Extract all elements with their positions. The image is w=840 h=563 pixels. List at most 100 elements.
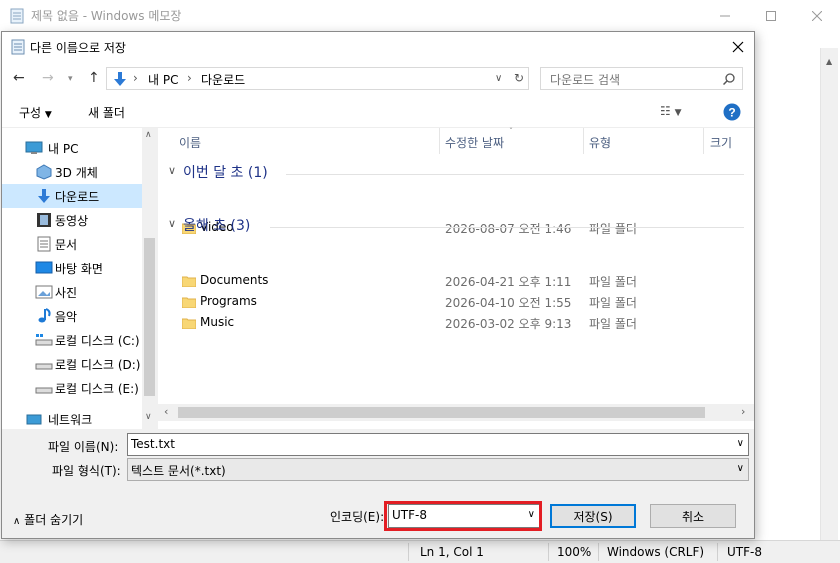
scroll-up-arrow-icon[interactable]: ▲ bbox=[826, 57, 832, 66]
minimize-button[interactable] bbox=[702, 0, 748, 31]
chevron-down-icon[interactable]: ∨ bbox=[737, 438, 744, 449]
nav-pane-scrollbar[interactable]: ∧ ∨ bbox=[142, 128, 157, 429]
drive-icon bbox=[35, 363, 53, 370]
breadcrumb-item-pc[interactable]: 내 PC bbox=[148, 71, 178, 88]
nav-item-videos[interactable]: 동영상 bbox=[2, 208, 142, 232]
cancel-button[interactable]: 취소 bbox=[650, 504, 736, 528]
horizontal-scroll-thumb[interactable] bbox=[178, 407, 705, 418]
nav-item-drive-c[interactable]: 로컬 디스크 (C:) bbox=[2, 328, 142, 352]
file-type: 파일 폴더 bbox=[589, 275, 637, 289]
scroll-left-arrow-icon[interactable]: ‹ bbox=[164, 405, 168, 418]
pictures-icon bbox=[35, 285, 53, 299]
network-icon bbox=[26, 414, 42, 425]
new-folder-button[interactable]: 새 폴더 bbox=[88, 104, 125, 121]
scroll-down-arrow-icon[interactable]: ∨ bbox=[145, 412, 152, 422]
group-header-this-month[interactable]: 이번 달 초 (1) bbox=[183, 162, 268, 182]
file-list-horizontal-scrollbar[interactable]: ‹ › bbox=[158, 404, 754, 421]
recent-locations-chevron-icon[interactable]: ▾ bbox=[68, 74, 73, 84]
nav-item-label: 로컬 디스크 (D:) bbox=[55, 358, 141, 372]
nav-item-3d-objects[interactable]: 3D 개체 bbox=[2, 160, 142, 184]
maximize-button[interactable] bbox=[748, 0, 794, 31]
status-position: Ln 1, Col 1 bbox=[420, 545, 484, 559]
file-type: 파일 폴더 bbox=[589, 317, 637, 331]
download-icon bbox=[114, 72, 126, 86]
nav-item-pictures[interactable]: 사진 bbox=[2, 280, 142, 304]
nav-item-network[interactable]: 네트워크 bbox=[2, 407, 142, 429]
breadcrumb-separator-icon: › bbox=[187, 71, 192, 85]
nav-item-label: 네트워크 bbox=[48, 413, 93, 427]
file-list: 이름 수정한 날짜 ˇ 유형 크기 ∨ 이번 달 초 (1) Video 202… bbox=[158, 127, 754, 429]
save-button[interactable]: 저장(S) bbox=[550, 504, 636, 528]
nav-item-music[interactable]: 음악 bbox=[2, 304, 142, 328]
nav-item-label: 사진 bbox=[55, 286, 78, 300]
group-collapse-chevron-icon[interactable]: ∨ bbox=[168, 164, 176, 177]
forward-arrow-icon[interactable]: → bbox=[42, 70, 54, 86]
dialog-titlebar: 다른 이름으로 저장 bbox=[2, 32, 754, 62]
filetype-select[interactable]: 텍스트 문서(*.txt) ∨ bbox=[127, 458, 749, 481]
address-bar[interactable]: › 내 PC › 다운로드 ∨ ↻ bbox=[106, 67, 529, 90]
column-header-size[interactable]: 크기 bbox=[710, 134, 732, 151]
hide-folders-toggle[interactable]: ∧ 폴더 숨기기 bbox=[13, 511, 83, 528]
chevron-down-icon[interactable]: ∨ bbox=[737, 463, 744, 474]
hide-folders-label: 폴더 숨기기 bbox=[24, 513, 84, 527]
refresh-icon[interactable]: ↻ bbox=[514, 71, 524, 85]
nav-item-label: 동영상 bbox=[55, 214, 89, 228]
column-header-modified[interactable]: 수정한 날짜 bbox=[445, 134, 504, 151]
nav-item-label: 바탕 화면 bbox=[55, 262, 103, 276]
status-encoding: UTF-8 bbox=[727, 545, 762, 559]
filetype-label: 파일 형식(T): bbox=[52, 464, 121, 478]
file-row-programs[interactable]: Programs 2026-04-10 오전 1:55 파일 폴더 bbox=[158, 292, 754, 313]
notepad-icon bbox=[10, 8, 24, 24]
nav-item-this-pc[interactable]: 내 PC bbox=[2, 136, 142, 160]
filename-value: Test.txt bbox=[131, 437, 175, 451]
nav-item-label: 문서 bbox=[55, 238, 78, 252]
nav-item-downloads[interactable]: 다운로드 bbox=[2, 184, 142, 208]
navigation-pane: 내 PC 3D 개체 다운로드 동영상 문서 바탕 화면 사진 음악 로컬 디스… bbox=[2, 128, 157, 429]
close-window-button[interactable] bbox=[794, 0, 840, 31]
folder-icon bbox=[182, 318, 196, 329]
nav-pane-scroll-thumb[interactable] bbox=[144, 238, 155, 396]
3d-objects-icon bbox=[36, 164, 52, 180]
column-header-name[interactable]: 이름 bbox=[179, 134, 201, 151]
column-header-type[interactable]: 유형 bbox=[589, 134, 611, 151]
group-header-this-year[interactable]: 올해 초 (3) bbox=[183, 215, 250, 235]
back-arrow-icon[interactable]: ← bbox=[13, 70, 25, 86]
nav-item-label: 3D 개체 bbox=[55, 166, 98, 180]
video-icon bbox=[37, 213, 51, 227]
drive-icon bbox=[35, 334, 53, 346]
file-date: 2026-04-10 오전 1:55 bbox=[445, 296, 572, 310]
svg-text:?: ? bbox=[728, 106, 735, 120]
file-type: 파일 폴더 bbox=[589, 222, 637, 236]
search-input[interactable]: 다운로드 검색 bbox=[540, 67, 743, 90]
chevron-down-icon: ▼ bbox=[44, 110, 52, 120]
nav-item-label: 로컬 디스크 (E:) bbox=[55, 382, 139, 396]
up-arrow-icon[interactable]: ↑ bbox=[88, 70, 100, 86]
help-icon[interactable]: ? bbox=[723, 103, 741, 121]
document-icon bbox=[37, 236, 51, 252]
filename-label: 파일 이름(N): bbox=[48, 440, 119, 454]
notepad-icon bbox=[11, 39, 25, 55]
file-name: Documents bbox=[200, 273, 269, 287]
editor-vertical-scrollbar[interactable] bbox=[820, 48, 838, 540]
nav-item-desktop[interactable]: 바탕 화면 bbox=[2, 256, 142, 280]
filename-input[interactable]: Test.txt ∨ bbox=[127, 433, 749, 456]
view-options-icon[interactable]: ☷ ▼ bbox=[660, 104, 682, 118]
nav-item-drive-e[interactable]: 로컬 디스크 (E:) bbox=[2, 376, 142, 400]
scroll-up-arrow-icon[interactable]: ∧ bbox=[145, 130, 152, 140]
organize-button[interactable]: 구성 ▼ bbox=[19, 104, 52, 121]
nav-item-drive-d[interactable]: 로컬 디스크 (D:) bbox=[2, 352, 142, 376]
group-collapse-chevron-icon[interactable]: ∨ bbox=[168, 217, 176, 230]
scroll-right-arrow-icon[interactable]: › bbox=[741, 405, 745, 418]
notepad-title: 제목 없음 - Windows 메모장 bbox=[31, 9, 182, 23]
breadcrumb-item-downloads[interactable]: 다운로드 bbox=[201, 71, 245, 88]
file-type: 파일 폴더 bbox=[589, 296, 637, 310]
nav-item-label: 다운로드 bbox=[55, 190, 100, 204]
file-row-music[interactable]: Music 2026-03-02 오후 9:13 파일 폴더 bbox=[158, 313, 754, 334]
file-date: 2026-04-21 오후 1:11 bbox=[445, 275, 572, 289]
folder-icon bbox=[182, 276, 196, 287]
nav-item-documents[interactable]: 문서 bbox=[2, 232, 142, 256]
dialog-close-button[interactable] bbox=[724, 35, 752, 59]
address-dropdown-chevron-icon[interactable]: ∨ bbox=[495, 73, 502, 84]
file-row-documents[interactable]: Documents 2026-04-21 오후 1:11 파일 폴더 bbox=[158, 271, 754, 292]
music-icon bbox=[38, 308, 51, 323]
